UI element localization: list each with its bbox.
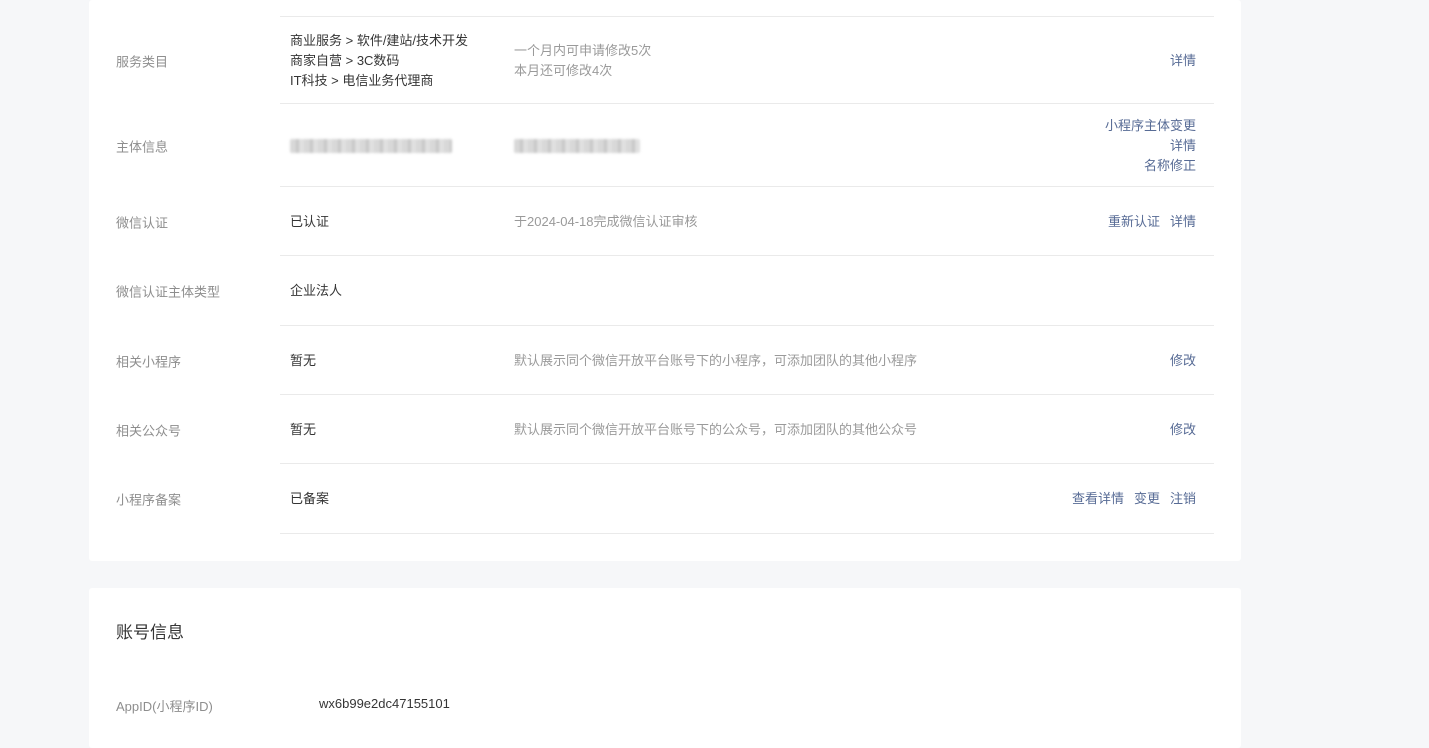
- detail-link[interactable]: 详情: [1170, 214, 1196, 229]
- section-title: 账号信息: [116, 623, 184, 642]
- row-label: 相关公众号: [116, 423, 182, 438]
- hint-line: 本月还可修改4次: [514, 62, 613, 78]
- row-entity-info: 主体信息 小程序主体变更 详情 名称修正: [89, 104, 1241, 187]
- row-actions: 修改: [1170, 420, 1196, 440]
- row-wechat-verification: 微信认证 已认证 于2024-04-18完成微信认证审核 重新认证 详情: [89, 187, 1241, 256]
- row-actions: 重新认证 详情: [1098, 212, 1196, 232]
- row-label: 微信认证: [116, 215, 169, 230]
- category-item: IT科技 > 电信业务代理商: [290, 72, 434, 88]
- divider: [280, 533, 1214, 534]
- row-value: 已备案: [290, 491, 330, 506]
- row-value: 企业法人: [290, 283, 343, 298]
- detail-link[interactable]: 详情: [1170, 138, 1196, 153]
- row-value: 商业服务 > 软件/建站/技术开发 商家自营 > 3C数码 IT科技 > 电信业…: [290, 31, 468, 91]
- row-related-miniprograms: 相关小程序 暂无 默认展示同个微信开放平台账号下的小程序，可添加团队的其他小程序…: [89, 326, 1241, 395]
- cancel-filing-link[interactable]: 注销: [1170, 491, 1196, 506]
- row-label: 主体信息: [116, 139, 169, 154]
- name-correction-link[interactable]: 名称修正: [1144, 158, 1196, 173]
- view-details-link[interactable]: 查看详情: [1072, 491, 1124, 506]
- category-item: 商家自营 > 3C数码: [290, 52, 400, 68]
- category-item: 商业服务 > 软件/建站/技术开发: [290, 32, 469, 48]
- row-miniprogram-filing: 小程序备案 已备案 查看详情 变更 注销: [89, 464, 1241, 534]
- entity-code-redacted: [514, 136, 640, 156]
- row-label: 服务类目: [116, 54, 169, 69]
- row-hint: 一个月内可申请修改5次 本月还可修改4次: [514, 41, 651, 81]
- detail-link[interactable]: 详情: [1170, 53, 1196, 68]
- row-value: 暂无: [290, 352, 317, 368]
- appid-label: AppID(小程序ID): [116, 699, 213, 714]
- hint-line: 一个月内可申请修改5次: [514, 42, 652, 58]
- redacted-text: [514, 139, 640, 154]
- modify-link[interactable]: 修改: [1170, 422, 1196, 437]
- basic-info-card: 服务类目 商业服务 > 软件/建站/技术开发 商家自营 > 3C数码 IT科技 …: [89, 0, 1241, 561]
- row-value: 已认证: [290, 213, 330, 229]
- row-actions: 详情: [1170, 51, 1196, 71]
- appid-value: wx6b99e2dc47155101: [319, 696, 450, 711]
- row-verification-entity-type: 微信认证主体类型 企业法人: [89, 256, 1241, 326]
- change-link[interactable]: 变更: [1134, 491, 1160, 506]
- row-hint: 于2024-04-18完成微信认证审核: [514, 213, 698, 229]
- row-label: 微信认证主体类型: [116, 284, 221, 300]
- reverify-link[interactable]: 重新认证: [1108, 214, 1160, 229]
- row-value: 暂无: [290, 421, 317, 437]
- row-label: 小程序备案: [116, 492, 182, 508]
- row-hint: 默认展示同个微信开放平台账号下的小程序，可添加团队的其他小程序: [514, 352, 918, 368]
- row-service-category: 服务类目 商业服务 > 软件/建站/技术开发 商家自营 > 3C数码 IT科技 …: [89, 17, 1241, 104]
- redacted-text: [290, 139, 452, 154]
- row-hint: 默认展示同个微信开放平台账号下的公众号，可添加团队的其他公众号: [514, 421, 918, 437]
- account-info-card: 账号信息 AppID(小程序ID) wx6b99e2dc47155101: [89, 588, 1241, 748]
- entity-change-link[interactable]: 小程序主体变更: [1105, 118, 1196, 133]
- row-actions: 修改: [1170, 351, 1196, 371]
- row-actions: 查看详情 变更 注销: [1062, 489, 1196, 509]
- modify-link[interactable]: 修改: [1170, 353, 1196, 368]
- row-label: 相关小程序: [116, 354, 182, 369]
- entity-name-redacted: [290, 136, 452, 156]
- row-actions: 小程序主体变更 详情 名称修正: [1105, 116, 1196, 176]
- row-related-official-accounts: 相关公众号 暂无 默认展示同个微信开放平台账号下的公众号，可添加团队的其他公众号…: [89, 395, 1241, 464]
